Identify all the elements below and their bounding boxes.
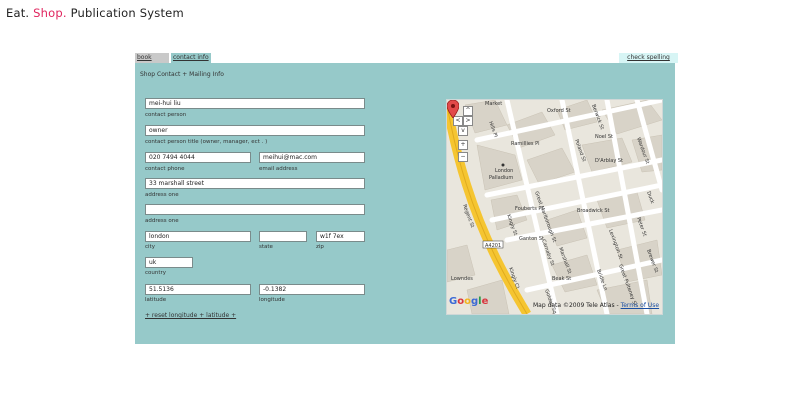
brand-publication-system: Publication System (70, 6, 184, 20)
map-copyright: Map data ©2009 Tele Atlas - Terms of Use (533, 302, 659, 309)
map-pan-right-button[interactable]: > (463, 116, 473, 126)
latitude-label: latitude (145, 297, 167, 303)
map-graphic: Market Oxford St Berwick St Hills Pl Ram… (447, 100, 662, 314)
svg-text:Noel St: Noel St (595, 134, 613, 140)
svg-text:Ramillies Pl: Ramillies Pl (511, 141, 540, 147)
map-zoom-out-button[interactable]: − (458, 152, 468, 162)
reset-lat-long-link[interactable]: + reset longitude + latitude + (145, 312, 236, 319)
google-logo: Google (449, 296, 489, 307)
svg-text:D'Arblay St: D'Arblay St (595, 158, 623, 164)
contact-phone-label: contact phone (145, 166, 185, 172)
contact-title-input[interactable] (145, 125, 365, 136)
map-pin-icon[interactable] (447, 100, 459, 118)
state-input[interactable] (259, 231, 307, 242)
contact-person-label: contact person (145, 112, 187, 118)
city-input[interactable] (145, 231, 251, 242)
contact-phone-input[interactable] (145, 152, 251, 163)
section-title: Shop Contact + Mailing Info (140, 71, 224, 78)
zip-input[interactable] (316, 231, 365, 242)
svg-text:Beak St: Beak St (552, 276, 571, 282)
brand-eat: Eat. (6, 6, 30, 20)
email-label: email address (259, 166, 298, 172)
check-spelling-link[interactable]: check spelling (619, 53, 678, 63)
svg-text:Fouberts Pl: Fouberts Pl (515, 206, 543, 212)
svg-text:Palladium: Palladium (489, 175, 513, 181)
contact-title-label: contact person title (owner, manager, ec… (145, 139, 268, 145)
tab-contact-info[interactable]: contact info (171, 53, 211, 63)
address-two-label: address one (145, 218, 179, 224)
svg-text:A4201: A4201 (485, 243, 501, 249)
map-zoom-in-button[interactable]: + (458, 140, 468, 150)
svg-text:Broadwick St: Broadwick St (577, 208, 610, 214)
country-input[interactable] (145, 257, 193, 268)
email-input[interactable] (259, 152, 365, 163)
latitude-input[interactable] (145, 284, 251, 295)
map-view[interactable]: Market Oxford St Berwick St Hills Pl Ram… (446, 99, 663, 315)
longitude-input[interactable] (259, 284, 365, 295)
tab-book-copy[interactable]: book copy (135, 53, 169, 71)
city-label: city (145, 244, 155, 250)
svg-text:Market: Market (485, 101, 502, 107)
svg-text:Oxford St: Oxford St (547, 108, 571, 114)
zip-label: zip (316, 244, 324, 250)
a4201-shield-group: A4201 (482, 240, 504, 249)
address-one-label: address one (145, 192, 179, 198)
brand-shop: Shop. (33, 6, 67, 20)
address-two-input[interactable] (145, 204, 365, 215)
map-copyright-text: Map data ©2009 Tele Atlas - (533, 302, 619, 309)
longitude-label: longitude (259, 297, 285, 303)
svg-text:Lowndes: Lowndes (451, 276, 473, 282)
map-pan-up-button[interactable]: ^ (463, 106, 473, 116)
country-label: country (145, 270, 167, 276)
contact-person-input[interactable] (145, 98, 365, 109)
svg-text:Ganton St: Ganton St (519, 236, 544, 242)
map-pan-down-button[interactable]: v (458, 126, 468, 136)
map-terms-link[interactable]: Terms of Use (621, 302, 659, 309)
state-label: state (259, 244, 273, 250)
address-one-input[interactable] (145, 178, 365, 189)
svg-text:London: London (495, 168, 513, 174)
app-title: Eat. Shop. Publication System (6, 6, 184, 20)
